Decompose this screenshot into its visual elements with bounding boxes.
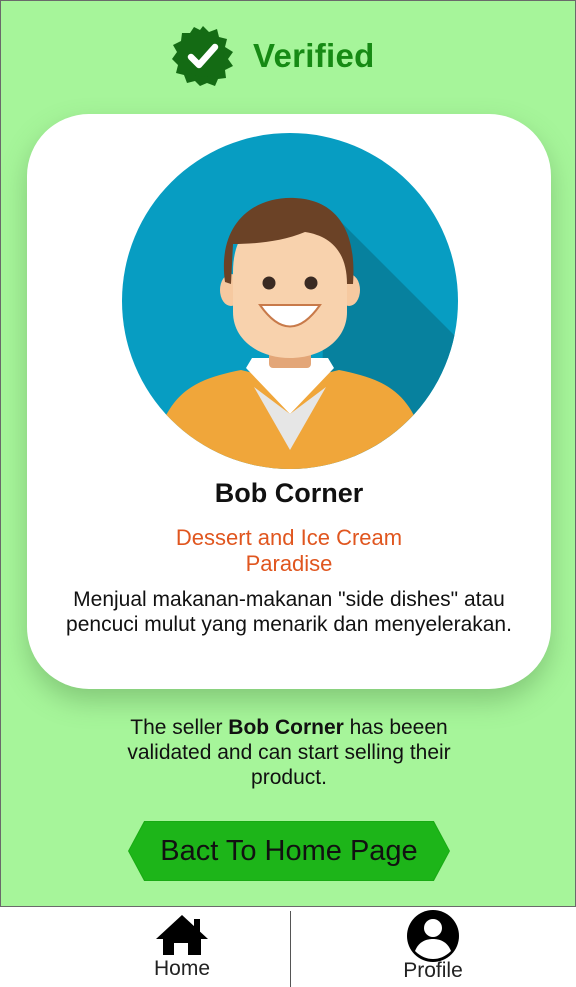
avatar — [122, 133, 458, 469]
nav-item-profile[interactable]: Profile — [383, 907, 483, 983]
back-to-home-button[interactable]: Bact To Home Page — [128, 821, 450, 881]
nav-divider — [290, 911, 291, 987]
store-description: Menjual makanan-makanan "side dishes" at… — [66, 588, 512, 636]
store-name: Dessert and Ice Cream Paradise — [175, 525, 403, 576]
profile-icon — [407, 910, 459, 962]
message-prefix: The seller — [130, 716, 229, 739]
verified-header: Verified — [171, 25, 375, 87]
nav-home-label: Home — [153, 957, 211, 980]
seller-name: Bob Corner — [214, 478, 364, 508]
validation-message: The seller Bob Corner has beeen validate… — [89, 715, 489, 790]
nav-item-home[interactable]: Home — [132, 907, 232, 981]
message-seller-name: Bob Corner — [228, 716, 344, 739]
verified-badge-icon — [172, 26, 233, 86]
home-icon — [156, 915, 208, 955]
verification-screen: Verified Bob Corner Dessert and Ice Crea… — [0, 0, 576, 907]
verified-label: Verified — [253, 37, 375, 74]
nav-profile-label: Profile — [403, 959, 463, 982]
back-button-label: Bact To Home Page — [160, 834, 418, 867]
seller-card: Bob Corner Dessert and Ice Cream Paradis… — [27, 114, 551, 689]
bottom-nav: Home Profile — [0, 907, 576, 987]
